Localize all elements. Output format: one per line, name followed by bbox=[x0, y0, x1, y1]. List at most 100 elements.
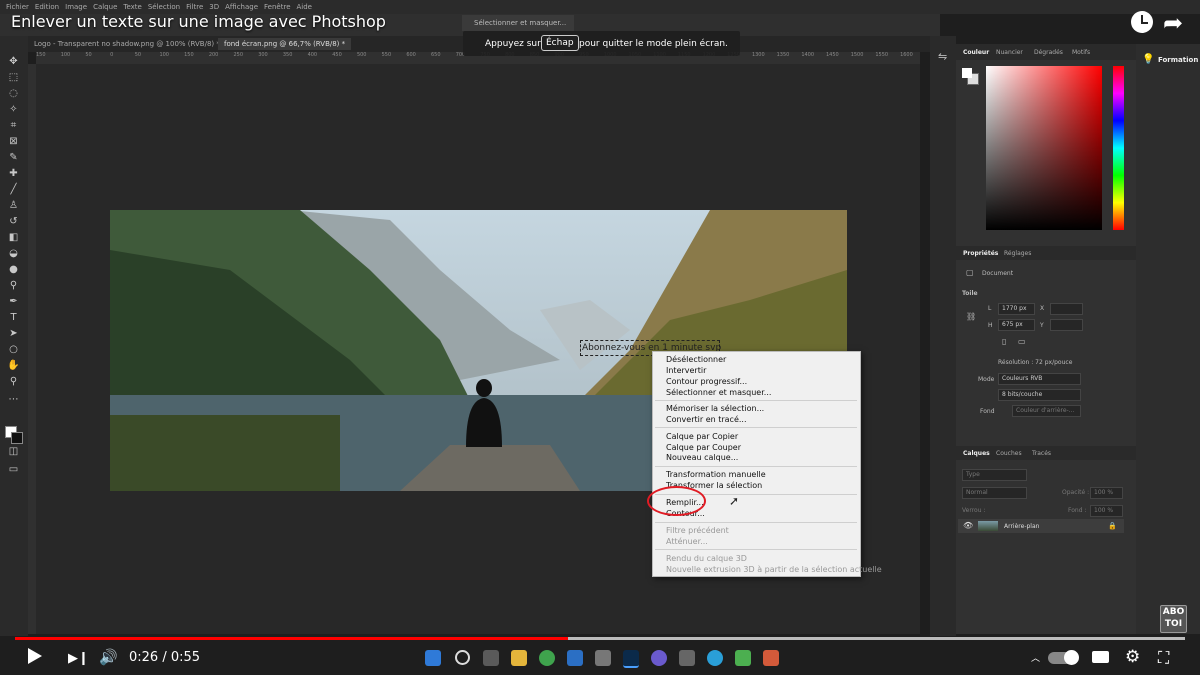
width-field[interactable]: 1770 px bbox=[998, 303, 1035, 315]
path-selection-icon[interactable]: ➤ bbox=[7, 328, 20, 339]
menu-item-layer-via-copy[interactable]: Calque par Copier bbox=[666, 432, 738, 442]
menu-filtre[interactable]: Filtre bbox=[186, 3, 203, 11]
share-icon[interactable]: ➦ bbox=[1163, 9, 1183, 37]
menu-calque[interactable]: Calque bbox=[93, 3, 117, 11]
type-tool-icon[interactable]: T bbox=[7, 312, 20, 323]
move-tool-icon[interactable]: ✥ bbox=[7, 56, 20, 67]
tab-fond-ecran[interactable]: fond écran.png @ 66,7% (RVB/8) * bbox=[218, 38, 352, 50]
app-icon[interactable] bbox=[595, 650, 611, 666]
windows-start-icon[interactable] bbox=[425, 650, 441, 666]
color-picker-field[interactable] bbox=[986, 66, 1102, 230]
tab-calques[interactable]: Calques bbox=[963, 450, 990, 457]
gear-icon[interactable]: ⚙ bbox=[1125, 647, 1140, 667]
adjustments-icon[interactable]: ⇋ bbox=[938, 50, 947, 63]
tab-motifs[interactable]: Motifs bbox=[1072, 49, 1090, 56]
y-field[interactable] bbox=[1050, 319, 1083, 331]
eraser-icon[interactable]: ◧ bbox=[7, 232, 20, 243]
camtasia-icon[interactable] bbox=[735, 650, 751, 666]
exit-fullscreen-icon[interactable]: ⛶ bbox=[1158, 648, 1169, 668]
fill-field[interactable]: 100 % bbox=[1090, 505, 1123, 517]
app-red-icon[interactable] bbox=[763, 650, 779, 666]
paint-bucket-icon[interactable]: ◒ bbox=[7, 248, 20, 259]
dodge-tool-icon[interactable]: ⚲ bbox=[7, 280, 20, 291]
menu-item-select-mask[interactable]: Sélectionner et masquer... bbox=[666, 388, 771, 398]
select-and-mask-button[interactable]: Sélectionner et masquer... bbox=[462, 15, 574, 31]
tab-nuancier[interactable]: Nuancier bbox=[996, 49, 1023, 56]
blur-tool-icon[interactable]: ● bbox=[7, 264, 20, 275]
tab-reglages[interactable]: Réglages bbox=[1004, 250, 1031, 257]
photoshop-icon[interactable] bbox=[623, 650, 639, 668]
autoplay-toggle-knob[interactable] bbox=[1064, 650, 1079, 665]
subtitles-icon[interactable] bbox=[1092, 651, 1109, 663]
tab-couleur[interactable]: Couleur bbox=[963, 49, 989, 56]
watch-later-icon[interactable] bbox=[1131, 11, 1153, 33]
fond-select[interactable]: Couleur d'arrière-... bbox=[1012, 405, 1081, 417]
mini-foreground-swatch[interactable] bbox=[962, 68, 972, 78]
menu-image[interactable]: Image bbox=[65, 3, 87, 11]
menu-item-make-path[interactable]: Convertir en tracé... bbox=[666, 415, 747, 425]
next-icon[interactable]: ▶❙ bbox=[68, 651, 89, 666]
blend-mode-select[interactable]: Normal bbox=[962, 487, 1027, 499]
steam-icon[interactable] bbox=[679, 650, 695, 666]
menu-selection[interactable]: Sélection bbox=[148, 3, 180, 11]
marquee-tool-icon[interactable]: ⬚ bbox=[7, 72, 20, 83]
file-explorer-icon[interactable] bbox=[511, 650, 527, 666]
progress-bar-played[interactable] bbox=[15, 637, 568, 640]
tab-couches[interactable]: Couches bbox=[996, 450, 1022, 457]
chevron-up-icon[interactable]: ︿ bbox=[1031, 651, 1040, 664]
pen-tool-icon[interactable]: ✒ bbox=[7, 296, 20, 307]
word-icon[interactable] bbox=[567, 650, 583, 666]
video-title[interactable]: Enlever un texte sur une image avec Phot… bbox=[11, 12, 386, 31]
menu-item-new-3d-extrusion[interactable]: Nouvelle extrusion 3D à partir de la sél… bbox=[666, 565, 882, 575]
lock-icon[interactable]: 🔒 bbox=[1108, 522, 1117, 530]
opacity-field[interactable]: 100 % bbox=[1090, 487, 1123, 499]
telegram-icon[interactable] bbox=[707, 650, 723, 666]
frame-tool-icon[interactable]: ⊠ bbox=[7, 136, 20, 147]
depth-select[interactable]: 8 bits/couche bbox=[998, 389, 1081, 401]
menu-fichier[interactable]: Fichier bbox=[6, 3, 29, 11]
layer-row-background[interactable]: 👁 Arrière-plan 🔒 bbox=[958, 519, 1124, 533]
menu-item-new-layer[interactable]: Nouveau calque... bbox=[666, 453, 738, 463]
mode-select[interactable]: Couleurs RVB bbox=[998, 373, 1081, 385]
more-tools-icon[interactable]: ⋯ bbox=[7, 394, 20, 405]
layer-search-field[interactable]: Type bbox=[962, 469, 1027, 481]
subscribe-badge[interactable]: ABO TOI bbox=[1160, 605, 1187, 633]
shape-tool-icon[interactable]: ○ bbox=[7, 344, 20, 355]
landscape-icon[interactable]: ▭ bbox=[1018, 337, 1026, 346]
x-field[interactable] bbox=[1050, 303, 1083, 315]
search-icon[interactable] bbox=[455, 650, 470, 665]
chrome-icon[interactable] bbox=[539, 650, 555, 666]
eyedropper-icon[interactable]: ✎ bbox=[7, 152, 20, 163]
menu-aide[interactable]: Aide bbox=[297, 3, 312, 11]
link-icon[interactable]: ⛓ bbox=[966, 312, 976, 321]
menu-item-save-selection[interactable]: Mémoriser la sélection... bbox=[666, 404, 764, 414]
volume-icon[interactable]: 🔊 bbox=[99, 648, 118, 666]
tab-logo[interactable]: Logo - Transparent no shadow.png @ 100% … bbox=[28, 38, 226, 50]
task-view-icon[interactable] bbox=[483, 650, 499, 666]
menu-item-invert[interactable]: Intervertir bbox=[666, 366, 706, 376]
menu-item-feather[interactable]: Contour progressif... bbox=[666, 377, 747, 387]
stamp-tool-icon[interactable]: ♙ bbox=[7, 200, 20, 211]
tab-degrades[interactable]: Dégradés bbox=[1034, 49, 1063, 56]
menu-3d[interactable]: 3D bbox=[209, 3, 219, 11]
zoom-tool-icon[interactable]: ⚲ bbox=[7, 376, 20, 387]
discord-icon[interactable] bbox=[651, 650, 667, 666]
background-color-swatch[interactable] bbox=[11, 432, 23, 444]
menu-item-layer-via-cut[interactable]: Calque par Couper bbox=[666, 443, 741, 453]
menu-affichage[interactable]: Affichage bbox=[225, 3, 258, 11]
visibility-eye-icon[interactable]: 👁 bbox=[963, 521, 973, 530]
hue-slider[interactable] bbox=[1113, 66, 1124, 230]
quick-mask-icon[interactable]: ◫ bbox=[7, 446, 20, 457]
menu-texte[interactable]: Texte bbox=[123, 3, 141, 11]
height-field[interactable]: 675 px bbox=[998, 319, 1035, 331]
formation-label[interactable]: Formation bbox=[1158, 56, 1198, 64]
magic-wand-icon[interactable]: ✧ bbox=[7, 104, 20, 115]
menu-edition[interactable]: Edition bbox=[35, 3, 59, 11]
hand-tool-icon[interactable]: ✋ bbox=[7, 360, 20, 371]
menu-fenetre[interactable]: Fenêtre bbox=[264, 3, 290, 11]
tab-traces[interactable]: Tracés bbox=[1032, 450, 1051, 457]
crop-tool-icon[interactable]: ⌗ bbox=[7, 120, 20, 131]
screen-mode-icon[interactable]: ▭ bbox=[7, 464, 20, 475]
lasso-tool-icon[interactable]: ◌ bbox=[7, 88, 20, 99]
healing-brush-icon[interactable]: ✚ bbox=[7, 168, 20, 179]
